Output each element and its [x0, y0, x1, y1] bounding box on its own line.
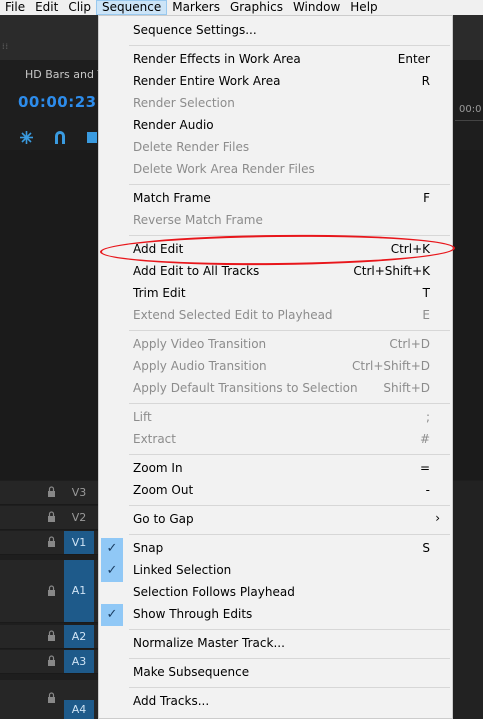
lock-icon[interactable] [47, 511, 56, 522]
menu-item-sequence-settings[interactable]: Sequence Settings... [99, 20, 452, 42]
ruler-timecode: 00:0 [459, 104, 482, 115]
menu-separator [129, 235, 450, 236]
sequence-tab[interactable]: HD Bars and T [25, 68, 104, 81]
lock-icon[interactable] [47, 486, 56, 497]
menu-item-selection-follows-playhead[interactable]: Selection Follows Playhead [99, 582, 452, 604]
menu-separator [129, 454, 450, 455]
track-target-a3[interactable]: A3 [64, 650, 94, 673]
track-area-right [453, 481, 483, 719]
menu-sequence[interactable]: Sequence [96, 0, 168, 15]
menu-item-render-selection: Render Selection [133, 96, 235, 110]
lock-icon[interactable] [47, 655, 56, 666]
menu-bar: File Edit Clip Sequence Markers Graphics… [0, 0, 483, 15]
panel-grip-icon[interactable]: ⁞⁞ [2, 42, 10, 56]
menu-separator [129, 45, 450, 46]
checkmark-icon: ✓ [101, 604, 123, 626]
menu-separator [129, 658, 450, 659]
menu-item-extract: Extract # [133, 432, 430, 446]
menu-window[interactable]: Window [288, 0, 345, 15]
track-header-a1: A1 [0, 560, 98, 623]
menu-item-add-tracks[interactable]: Add Tracks... [99, 691, 452, 713]
menu-item-trim-edit[interactable]: Trim Edit T [99, 283, 452, 305]
menu-item-delete-render-files: Delete Render Files [133, 140, 250, 154]
menu-clip[interactable]: Clip [63, 0, 96, 15]
menu-item-go-to-gap[interactable]: Go to Gap › [99, 509, 452, 531]
track-header-a4: A4 [0, 680, 98, 719]
menu-item-linked-selection[interactable]: ✓ Linked Selection [99, 560, 452, 582]
checkmark-icon: ✓ [101, 560, 123, 582]
menu-item-add-edit-all-tracks[interactable]: Add Edit to All Tracks Ctrl+Shift+K [99, 261, 452, 283]
linked-selection-icon[interactable] [86, 130, 98, 149]
menu-separator [129, 330, 450, 331]
menu-item-normalize-master-track[interactable]: Normalize Master Track... [99, 633, 452, 655]
track-header-v2: V2 [0, 506, 98, 530]
ruler-divider [455, 120, 483, 121]
sequence-menu: Sequence Settings... Render Effects in W… [98, 15, 453, 719]
menu-item-apply-default-transitions: Apply Default Transitions to Selection S… [133, 381, 430, 395]
menu-separator [129, 687, 450, 688]
track-target-v2[interactable]: V2 [64, 511, 94, 524]
snap-magnet-icon[interactable] [53, 130, 67, 149]
track-header-v3: V3 [0, 481, 98, 505]
chevron-right-icon: › [435, 511, 440, 525]
menu-item-make-subsequence[interactable]: Make Subsequence [99, 662, 452, 684]
menu-separator [129, 184, 450, 185]
nest-sequence-icon[interactable] [19, 130, 34, 149]
menu-separator [129, 534, 450, 535]
track-target-v1[interactable]: V1 [64, 531, 94, 554]
menu-item-apply-video-transition: Apply Video Transition Ctrl+D [133, 337, 430, 351]
track-header-a3: A3 [0, 650, 98, 674]
menu-file[interactable]: File [0, 0, 30, 15]
menu-markers[interactable]: Markers [167, 0, 225, 15]
checkmark-icon: ✓ [101, 538, 123, 560]
menu-item-zoom-in[interactable]: Zoom In = [99, 458, 452, 480]
lock-icon[interactable] [47, 536, 56, 547]
lock-icon[interactable] [47, 692, 56, 703]
menu-item-reverse-match-frame: Reverse Match Frame [133, 213, 263, 227]
track-target-a1[interactable]: A1 [64, 560, 94, 622]
menu-item-zoom-out[interactable]: Zoom Out - [99, 480, 452, 502]
menu-graphics[interactable]: Graphics [225, 0, 288, 15]
menu-item-render-effects[interactable]: Render Effects in Work Area Enter [99, 49, 452, 71]
menu-item-add-edit[interactable]: Add Edit Ctrl+K [99, 239, 452, 261]
track-header-a2: A2 [0, 625, 98, 649]
menu-item-lift: Lift ; [133, 410, 430, 424]
menu-item-snap[interactable]: ✓ Snap S [99, 538, 452, 560]
menu-separator [129, 629, 450, 630]
menu-separator [129, 403, 450, 404]
menu-help[interactable]: Help [345, 0, 382, 15]
menu-separator [129, 505, 450, 506]
track-target-a4[interactable]: A4 [64, 700, 94, 719]
track-header-v1: V1 [0, 531, 98, 555]
track-target-v3[interactable]: V3 [64, 486, 94, 499]
menu-item-show-through-edits[interactable]: ✓ Show Through Edits [99, 604, 452, 626]
track-target-a2[interactable]: A2 [64, 625, 94, 648]
menu-edit[interactable]: Edit [30, 0, 63, 15]
menu-item-delete-work-area-render: Delete Work Area Render Files [133, 162, 315, 176]
menu-item-render-entire[interactable]: Render Entire Work Area R [99, 71, 452, 93]
lock-icon[interactable] [47, 630, 56, 641]
menu-item-match-frame[interactable]: Match Frame F [99, 188, 452, 210]
menu-item-apply-audio-transition: Apply Audio Transition Ctrl+Shift+D [133, 359, 430, 373]
menu-item-extend-selected-edit: Extend Selected Edit to Playhead E [133, 308, 430, 322]
lock-icon[interactable] [47, 585, 56, 596]
menu-item-render-audio[interactable]: Render Audio [99, 115, 452, 137]
